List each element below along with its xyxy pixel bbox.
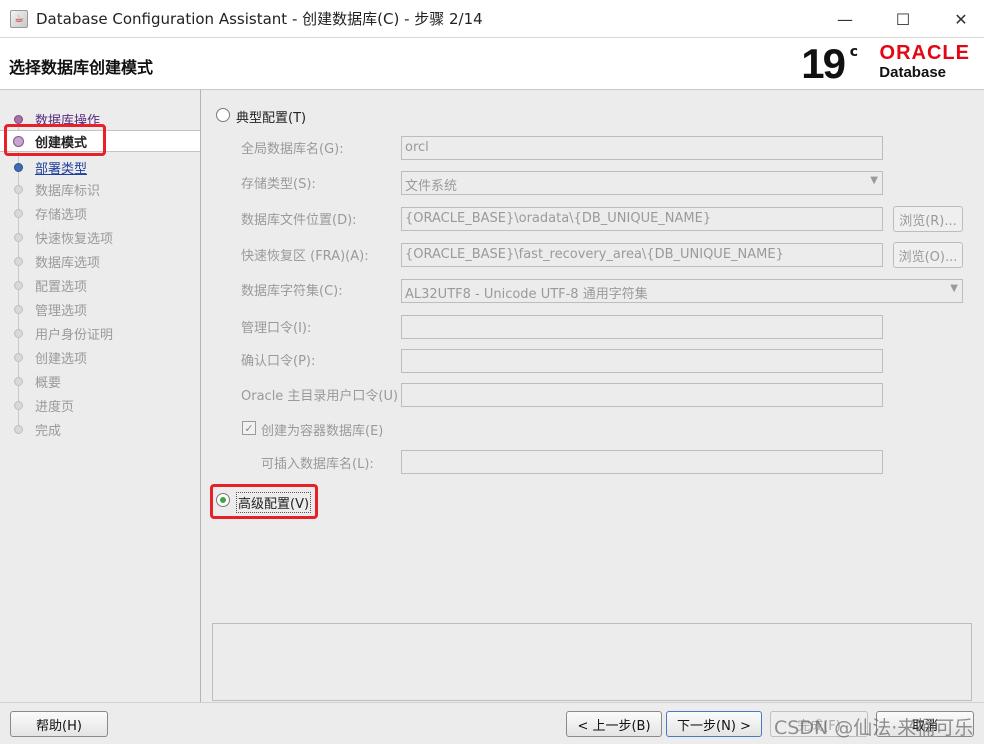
chevron-down-icon: ▼ [870, 175, 878, 186]
nav-item-label: 数据库标识 [35, 183, 101, 199]
step-pending-icon [14, 424, 23, 434]
description-panel [212, 623, 972, 701]
nav-item-label: 配置选项 [35, 279, 88, 295]
step-done-icon [14, 114, 23, 124]
confirm-password-field[interactable] [401, 349, 883, 373]
step-pending-icon [14, 376, 23, 386]
step-pending-icon [14, 400, 23, 410]
step-pending-icon [14, 280, 23, 290]
storage-type-select[interactable]: 文件系统 ▼ [401, 171, 883, 195]
nav-item-label: 快速恢复选项 [35, 231, 114, 247]
logo-brand: ORACLE [879, 42, 970, 64]
nav-item-label: 用户身份证明 [35, 327, 114, 343]
nav-item-finish: 完成 [0, 418, 200, 440]
nav-item-label: 创建选项 [35, 351, 88, 367]
global-db-name-label: 全局数据库名(G): [241, 142, 344, 157]
storage-type-value: 文件系统 [405, 179, 458, 194]
fra-field[interactable]: {ORACLE_BASE}\fast_recovery_area\{DB_UNI… [401, 243, 883, 267]
next-button[interactable]: 下一步(N) > [666, 711, 762, 737]
nav-item-creation-options: 创建选项 [0, 346, 200, 368]
highlight-box-creation-mode [4, 124, 106, 156]
confirm-password-label: 确认口令(P): [241, 354, 316, 369]
chevron-down-icon: ▼ [950, 283, 958, 294]
step-pending-icon [14, 184, 23, 194]
maximize-icon[interactable]: ☐ [880, 0, 926, 38]
minimize-icon[interactable]: — [822, 0, 868, 38]
title-bar: ☕ Database Configuration Assistant - 创建数… [0, 0, 984, 38]
page-title: 选择数据库创建模式 [9, 58, 154, 77]
nav-item-label: 完成 [35, 423, 62, 439]
nav-item-label: 进度页 [35, 399, 75, 415]
browse-fra-button[interactable]: 浏览(O)... [893, 242, 963, 268]
nav-item-management-options: 管理选项 [0, 298, 200, 320]
window-title: Database Configuration Assistant - 创建数据库… [36, 10, 483, 28]
step-navigation: 数据库操作 创建模式 部署类型 数据库标识 存储选项 快速恢复选项 数据库选项 … [0, 90, 201, 702]
logo-product: Database [879, 64, 946, 81]
footer-bar: 帮助(H) < 上一步(B) 下一步(N) > 完成(F) 取消 CSDN @仙… [0, 702, 984, 744]
nav-item-storage-options: 存储选项 [0, 202, 200, 224]
logo-version-sup: c [849, 44, 858, 60]
step-pending-icon [14, 328, 23, 338]
charset-select[interactable]: AL32UTF8 - Unicode UTF-8 通用字符集 ▼ [401, 279, 963, 303]
nav-item-label: 部署类型 [35, 161, 88, 177]
fra-label: 快速恢复区 (FRA)(A): [241, 249, 369, 264]
help-button[interactable]: 帮助(H) [10, 711, 108, 737]
admin-password-field[interactable] [401, 315, 883, 339]
global-db-name-field[interactable]: orcl [401, 136, 883, 160]
nav-item-db-options: 数据库选项 [0, 250, 200, 272]
main-panel: 典型配置(T) 全局数据库名(G): orcl 存储类型(S): 文件系统 ▼ … [202, 90, 984, 702]
oracle-logo: 19 c ORACLE Database [780, 38, 970, 90]
page-header: 选择数据库创建模式 19 c ORACLE Database [0, 38, 984, 90]
nav-item-label: 数据库选项 [35, 255, 101, 271]
step-pending-icon [14, 304, 23, 314]
nav-item-label: 存储选项 [35, 207, 88, 223]
step-pending-icon [14, 256, 23, 266]
nav-item-summary: 概要 [0, 370, 200, 392]
step-next-icon [14, 162, 23, 172]
nav-item-progress: 进度页 [0, 394, 200, 416]
typical-config-label[interactable]: 典型配置(T) [236, 107, 306, 126]
pdb-name-label: 可插入数据库名(L): [261, 457, 374, 472]
nav-item-db-identification: 数据库标识 [0, 178, 200, 200]
db-file-location-label: 数据库文件位置(D): [241, 213, 357, 228]
step-pending-icon [14, 232, 23, 242]
nav-item-config-options: 配置选项 [0, 274, 200, 296]
storage-type-label: 存储类型(S): [241, 177, 316, 192]
back-button[interactable]: < 上一步(B) [566, 711, 662, 737]
db-file-location-field[interactable]: {ORACLE_BASE}\oradata\{DB_UNIQUE_NAME} [401, 207, 883, 231]
pdb-name-field[interactable] [401, 450, 883, 474]
nav-item-label: 概要 [35, 375, 62, 391]
typical-config-radio[interactable] [216, 108, 230, 122]
nav-item-deployment-type[interactable]: 部署类型 [0, 156, 200, 178]
logo-version: 19 [801, 40, 846, 87]
charset-label: 数据库字符集(C): [241, 284, 343, 299]
admin-password-label: 管理口令(I): [241, 321, 312, 336]
browse-db-location-button[interactable]: 浏览(R)... [893, 206, 963, 232]
java-cup-icon: ☕ [10, 9, 28, 28]
highlight-box-advanced [210, 484, 318, 519]
step-pending-icon [14, 208, 23, 218]
nav-item-fast-recovery: 快速恢复选项 [0, 226, 200, 248]
charset-value: AL32UTF8 - Unicode UTF-8 通用字符集 [405, 287, 648, 302]
nav-item-label: 管理选项 [35, 303, 88, 319]
oracle-home-password-field[interactable] [401, 383, 883, 407]
window-controls: — ☐ ✕ [810, 0, 984, 38]
nav-item-user-credentials: 用户身份证明 [0, 322, 200, 344]
container-db-label[interactable]: 创建为容器数据库(E) [261, 420, 383, 439]
container-db-checkbox[interactable]: ✓ [242, 421, 256, 435]
step-pending-icon [14, 352, 23, 362]
close-icon[interactable]: ✕ [938, 0, 984, 38]
csdn-watermark: CSDN @仙法·来桶可乐 [774, 717, 974, 739]
oracle-home-password-label: Oracle 主目录用户口令(U) [241, 389, 399, 404]
